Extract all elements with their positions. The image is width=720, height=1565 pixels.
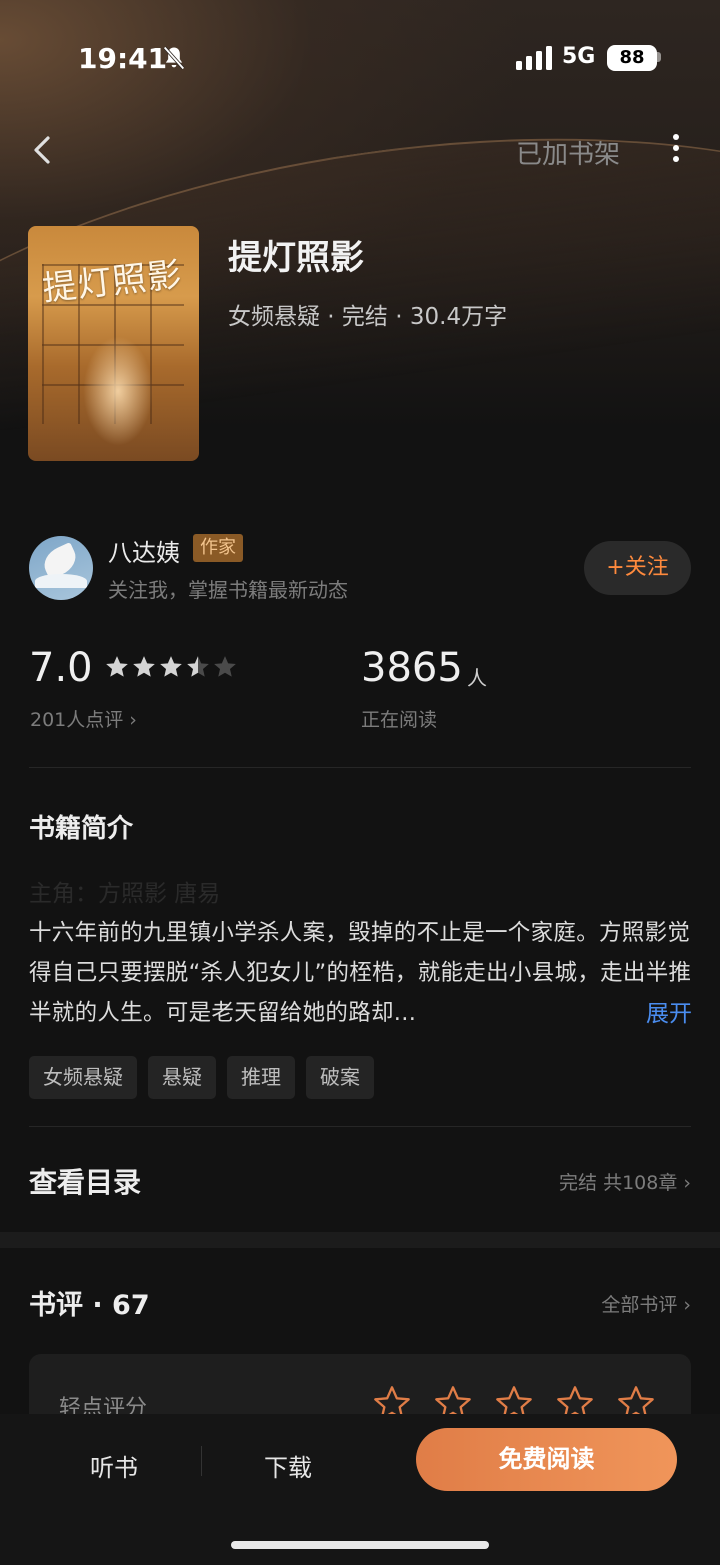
readers-unit: 人 [467, 666, 487, 690]
star-icon [133, 656, 155, 677]
readers-count: 3865 [361, 645, 463, 691]
tag[interactable]: 破案 [306, 1056, 374, 1099]
tag[interactable]: 女频悬疑 [29, 1056, 137, 1099]
author-subtitle: 关注我，掌握书籍最新动态 [108, 578, 348, 602]
free-read-button[interactable]: 免费阅读 [416, 1428, 677, 1491]
reviews-title: 书评 · 67 [29, 1290, 150, 1321]
battery-icon: 88 [607, 45, 657, 71]
status-bar: 19:41 5G 88 [0, 38, 720, 82]
protagonist-line: 主角：方照影 唐易 [29, 881, 221, 907]
tag[interactable]: 推理 [227, 1056, 295, 1099]
bottom-action-bar: 听书 下载 免费阅读 [0, 1414, 720, 1565]
book-cover[interactable]: 提灯照影 [28, 226, 199, 461]
table-of-contents-title[interactable]: 查看目录 [29, 1161, 141, 1201]
author-avatar[interactable] [29, 536, 93, 600]
readers-label: 正在阅读 [361, 709, 438, 731]
book-meta: 女频悬疑 · 完结 · 30.4万字 [228, 304, 508, 330]
book-title: 提灯照影 [228, 238, 364, 278]
star-icon [106, 656, 128, 677]
author-name[interactable]: 八达姨 [108, 533, 180, 568]
expand-link[interactable]: 展开 [640, 994, 692, 1028]
star-icon [160, 656, 182, 677]
tag[interactable]: 悬疑 [148, 1056, 216, 1099]
synopsis-title: 书籍简介 [29, 814, 134, 844]
divider [29, 1126, 691, 1127]
section-separator [0, 1232, 720, 1248]
listen-button[interactable]: 听书 [90, 1448, 138, 1483]
added-to-shelf-label[interactable]: 已加书架 [516, 134, 620, 171]
chapter-count-link[interactable]: 完结 共108章 › [559, 1168, 691, 1195]
rating-stars [104, 654, 239, 680]
star-icon [187, 656, 209, 677]
star-icon [214, 656, 236, 677]
download-button[interactable]: 下载 [264, 1448, 312, 1483]
divider [29, 767, 691, 768]
network-label: 5G [562, 44, 596, 69]
follow-button[interactable]: +关注 [584, 541, 691, 595]
author-badge: 作家 [193, 534, 243, 562]
status-time: 19:41 [78, 42, 168, 75]
bell-muted-icon [163, 46, 185, 70]
more-options-icon[interactable] [664, 130, 688, 170]
signal-icon [516, 46, 552, 70]
divider [201, 1446, 202, 1476]
all-reviews-link[interactable]: 全部书评 › [601, 1290, 691, 1317]
home-indicator[interactable] [231, 1541, 489, 1549]
synopsis-text: 十六年前的九里镇小学杀人案，毁掉的不止是一个家庭。方照影觉得自己只要摆脱“杀人犯… [29, 920, 692, 1026]
battery-tip [657, 52, 661, 62]
review-count-link[interactable]: 201人点评 › [30, 705, 137, 732]
rating-score: 7.0 [29, 645, 93, 691]
back-icon[interactable] [26, 130, 58, 170]
tag-list: 女频悬疑 悬疑 推理 破案 [29, 1056, 374, 1099]
